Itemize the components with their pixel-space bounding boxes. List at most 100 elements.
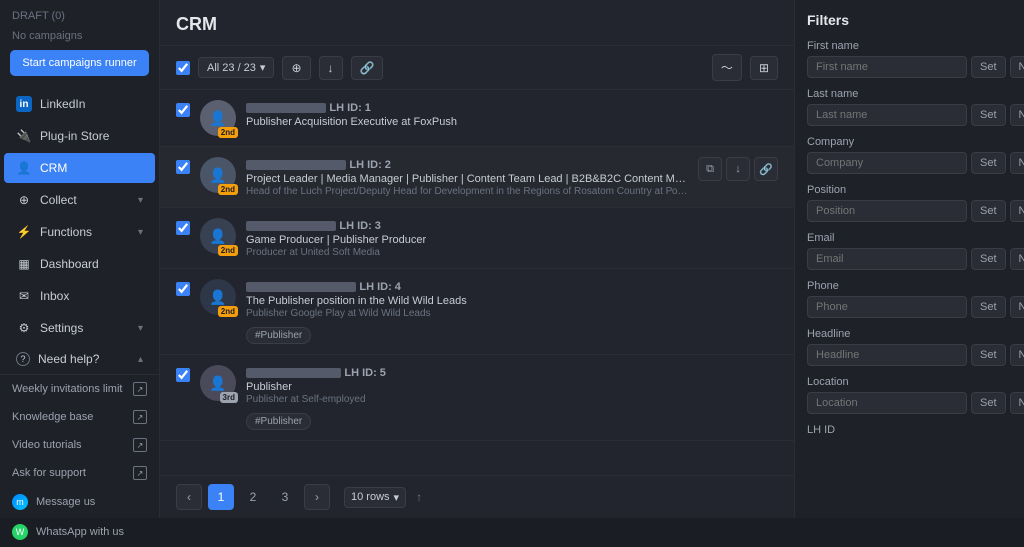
- sidebar-item-functions[interactable]: ⚡ Functions ▾: [4, 217, 155, 247]
- filter-input-first-name[interactable]: [807, 56, 967, 78]
- sidebar-item-crm[interactable]: 👤 CRM: [4, 153, 155, 183]
- scroll-top-button[interactable]: ↑: [412, 486, 426, 508]
- filter-label-headline: Headline: [807, 328, 1012, 340]
- item-title-1: Publisher Acquisition Executive at FoxPu…: [246, 116, 778, 128]
- filter-label-company: Company: [807, 136, 1012, 148]
- analytics-button[interactable]: 〜: [712, 54, 742, 81]
- page-1-button[interactable]: 1: [208, 484, 234, 510]
- filter-set-location[interactable]: Set: [971, 392, 1006, 414]
- main-content: CRM All 23 / 23 ▾ ⊕ ↓ 🔗 〜 ⊞ 👤: [160, 0, 794, 518]
- filter-not-set-position[interactable]: Not set: [1010, 200, 1024, 222]
- page-2-button[interactable]: 2: [240, 484, 266, 510]
- filter-row-last-name: Set Not set: [807, 104, 1012, 126]
- item-name-3: LH ID: 3: [246, 218, 778, 232]
- item-download-button-2[interactable]: ↓: [726, 157, 750, 181]
- filter-input-location[interactable]: [807, 392, 967, 414]
- item-link-button-2[interactable]: 🔗: [754, 157, 778, 181]
- sidebar-item-whatsapp[interactable]: W WhatsApp with us: [0, 517, 159, 547]
- sidebar-label-linkedin: LinkedIn: [40, 97, 85, 111]
- item-checkbox-1[interactable]: [176, 103, 190, 117]
- filter-input-email[interactable]: [807, 248, 967, 270]
- item-checkbox-2[interactable]: [176, 160, 190, 174]
- filter-set-first-name[interactable]: Set: [971, 56, 1006, 78]
- avatar-wrap-1: 👤 2nd: [200, 100, 236, 136]
- filter-first-name: First name Set Not set: [807, 40, 1012, 78]
- filter-set-email[interactable]: Set: [971, 248, 1006, 270]
- name-blurred-4: [246, 282, 356, 292]
- filter-not-set-phone[interactable]: Not set: [1010, 296, 1024, 318]
- sidebar-label-crm: CRM: [40, 161, 67, 175]
- filter-not-set-last-name[interactable]: Not set: [1010, 104, 1024, 126]
- filter-set-position[interactable]: Set: [971, 200, 1006, 222]
- item-info-3: LH ID: 3 Game Producer | Publisher Produ…: [246, 218, 778, 258]
- filter-set-headline[interactable]: Set: [971, 344, 1006, 366]
- crm-item: 👤 2nd LH ID: 1 Publisher Acquisition Exe…: [160, 90, 794, 147]
- filter-input-company[interactable]: [807, 152, 967, 174]
- sidebar-label-plugin: Plug-in Store: [40, 129, 109, 143]
- next-page-button[interactable]: ›: [304, 484, 330, 510]
- prev-page-button[interactable]: ‹: [176, 484, 202, 510]
- sidebar-label-inbox: Inbox: [40, 289, 69, 303]
- grid-button[interactable]: ⊞: [750, 56, 778, 80]
- filter-row-email: Set Not set: [807, 248, 1012, 270]
- item-title-5: Publisher: [246, 381, 778, 393]
- filter-not-set-email[interactable]: Not set: [1010, 248, 1024, 270]
- download-button[interactable]: ↓: [319, 56, 343, 80]
- whatsapp-icon: W: [12, 524, 28, 540]
- filter-set-phone[interactable]: Set: [971, 296, 1006, 318]
- filter-row-location: Set Not set: [807, 392, 1012, 414]
- sidebar-item-weekly[interactable]: Weekly invitations limit ↗: [0, 375, 159, 403]
- grid-icon: ⊞: [759, 61, 769, 75]
- sidebar-item-dashboard[interactable]: ▦ Dashboard: [4, 249, 155, 279]
- sidebar-bottom: Weekly invitations limit ↗ Knowledge bas…: [0, 374, 159, 547]
- sidebar-item-message-us[interactable]: m Message us: [0, 487, 159, 517]
- connection-badge-5: 3rd: [220, 392, 238, 403]
- inbox-icon: ✉: [16, 288, 32, 304]
- page-3-button[interactable]: 3: [272, 484, 298, 510]
- dashboard-icon: ▦: [16, 256, 32, 272]
- settings-icon: ⚙: [16, 320, 32, 336]
- toolbar: All 23 / 23 ▾ ⊕ ↓ 🔗 〜 ⊞: [160, 46, 794, 90]
- knowledge-label: Knowledge base: [12, 411, 93, 423]
- item-checkbox-5[interactable]: [176, 368, 190, 382]
- item-copy-button-2[interactable]: ⧉: [698, 157, 722, 181]
- filter-input-position[interactable]: [807, 200, 967, 222]
- sidebar-item-inbox[interactable]: ✉ Inbox: [4, 281, 155, 311]
- sidebar-item-video-tutorials[interactable]: Video tutorials ↗: [0, 431, 159, 459]
- sidebar-item-ask-support[interactable]: Ask for support ↗: [0, 459, 159, 487]
- item-actions-2: ⧉ ↓ 🔗: [698, 157, 778, 181]
- sidebar-item-linkedin[interactable]: in LinkedIn: [4, 89, 155, 119]
- filter-headline: Headline Set Not set: [807, 328, 1012, 366]
- sidebar-item-need-help[interactable]: ? Need help? ▴: [4, 345, 155, 373]
- all-filter-badge[interactable]: All 23 / 23 ▾: [198, 57, 274, 78]
- filter-not-set-first-name[interactable]: Not set: [1010, 56, 1024, 78]
- sidebar-item-plug-in-store[interactable]: 🔌 Plug-in Store: [4, 121, 155, 151]
- item-checkbox-3[interactable]: [176, 221, 190, 235]
- filter-label-last-name: Last name: [807, 88, 1012, 100]
- item-checkbox-4[interactable]: [176, 282, 190, 296]
- analytics-icon: 〜: [721, 59, 733, 76]
- filter-input-headline[interactable]: [807, 344, 967, 366]
- item-subtitle-4: Publisher Google Play at Wild Wild Leads: [246, 308, 778, 319]
- filter-not-set-headline[interactable]: Not set: [1010, 344, 1024, 366]
- filter-label-location: Location: [807, 376, 1012, 388]
- start-campaigns-button[interactable]: Start campaigns runner: [10, 50, 149, 76]
- filter-input-phone[interactable]: [807, 296, 967, 318]
- rows-per-page-select[interactable]: 10 rows ▾: [344, 487, 406, 508]
- functions-icon: ⚡: [16, 224, 32, 240]
- filter-set-company[interactable]: Set: [971, 152, 1006, 174]
- crm-item-3: 👤 2nd LH ID: 3 Game Producer | Publisher…: [160, 208, 794, 269]
- sidebar-item-knowledge-base[interactable]: Knowledge base ↗: [0, 403, 159, 431]
- sidebar-item-collect[interactable]: ⊕ Collect ▾: [4, 185, 155, 215]
- filter-not-set-location[interactable]: Not set: [1010, 392, 1024, 414]
- name-blurred-3: [246, 221, 336, 231]
- filter-set-last-name[interactable]: Set: [971, 104, 1006, 126]
- sidebar-item-settings[interactable]: ⚙ Settings ▾: [4, 313, 155, 343]
- select-all-checkbox[interactable]: [176, 61, 190, 75]
- filters-title: Filters: [807, 12, 1012, 28]
- add-button[interactable]: ⊕: [282, 56, 310, 80]
- filter-input-last-name[interactable]: [807, 104, 967, 126]
- filter-not-set-company[interactable]: Not set: [1010, 152, 1024, 174]
- link-button[interactable]: 🔗: [351, 56, 384, 80]
- avatar-wrap-4: 👤 2nd: [200, 279, 236, 315]
